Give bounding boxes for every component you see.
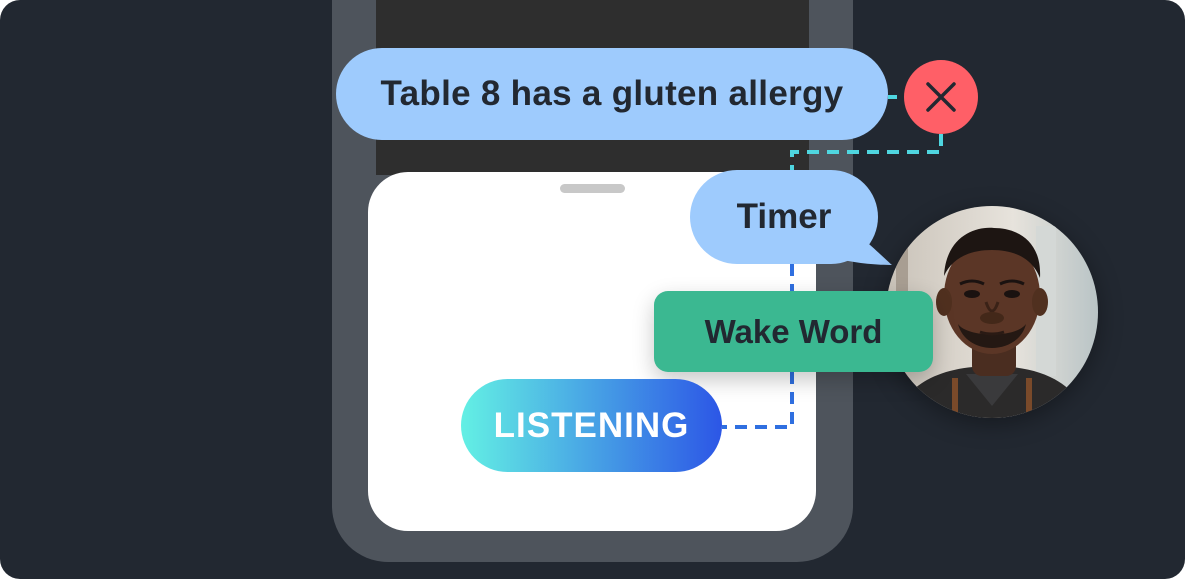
- sheet-drag-handle[interactable]: [560, 184, 625, 193]
- close-button[interactable]: [904, 60, 978, 134]
- listening-label: LISTENING: [493, 405, 690, 445]
- timer-speech-bubble: Timer: [690, 170, 878, 264]
- wake-word-label: Wake Word: [654, 291, 933, 372]
- timer-text: Timer: [736, 197, 832, 236]
- allergy-text: Table 8 has a gluten allergy: [380, 74, 844, 113]
- allergy-speech-bubble: Table 8 has a gluten allergy: [336, 48, 888, 140]
- listening-button[interactable]: LISTENING: [461, 379, 722, 472]
- close-icon: [926, 82, 956, 112]
- wake-word-text: Wake Word: [704, 312, 883, 350]
- illustration-canvas: Table 8 has a gluten allergy Timer Wake …: [0, 0, 1185, 579]
